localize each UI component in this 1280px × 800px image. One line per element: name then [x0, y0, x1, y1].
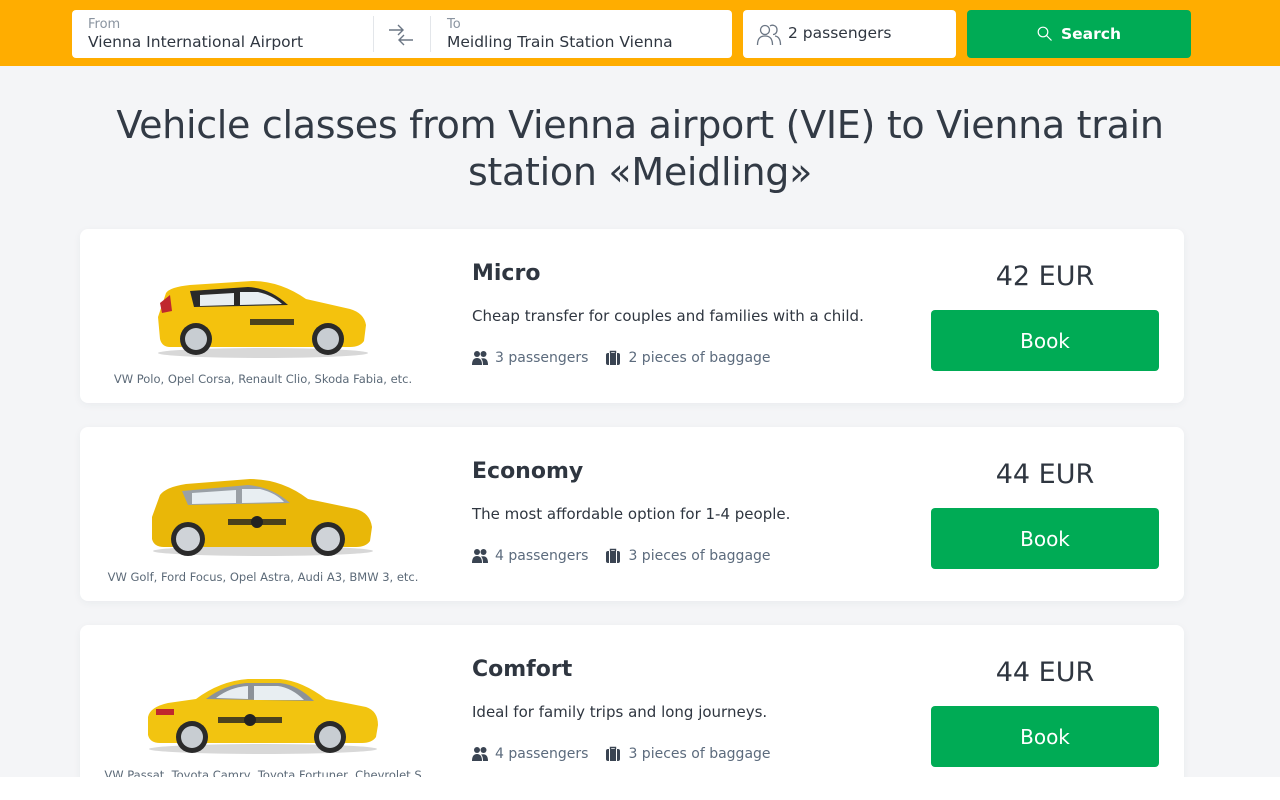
vehicle-card-economy: VW Golf, Ford Focus, Opel Astra, Audi A3… — [80, 427, 1184, 601]
book-button[interactable]: Book — [931, 508, 1159, 569]
car-image — [148, 679, 378, 754]
vehicle-features: 3 passengers 2 pieces of baggage — [472, 350, 771, 366]
baggage-capacity: 3 pieces of baggage — [628, 548, 771, 564]
passenger-capacity: 4 passengers — [495, 746, 589, 762]
vehicle-class-name: Comfort — [472, 657, 573, 682]
passenger-capacity: 4 passengers — [495, 548, 589, 564]
users-icon — [756, 24, 782, 46]
vehicle-price: 44 EUR — [995, 459, 1095, 490]
passengers-selector[interactable]: 2 passengers — [743, 10, 956, 58]
to-label: To — [447, 17, 461, 32]
car-image — [152, 479, 373, 556]
divider — [373, 16, 374, 52]
car-image — [158, 281, 368, 358]
vehicle-models: VW Passat, Toyota Camry, Toyota Fortuner… — [104, 768, 422, 777]
vehicle-card-comfort: VW Passat, Toyota Camry, Toyota Fortuner… — [80, 625, 1184, 777]
vehicle-description: The most affordable option for 1-4 peopl… — [472, 505, 791, 523]
book-button[interactable]: Book — [931, 310, 1159, 371]
swap-arrows-icon — [389, 24, 413, 46]
vehicle-price: 42 EUR — [995, 261, 1095, 292]
viewport: From Vienna International Airport To Mei… — [0, 0, 1280, 777]
passengers-value: 2 passengers — [788, 24, 892, 42]
vehicle-description: Cheap transfer for couples and families … — [472, 307, 864, 325]
vehicle-models: VW Golf, Ford Focus, Opel Astra, Audi A3… — [107, 570, 419, 584]
vehicle-features: 4 passengers 3 pieces of baggage — [472, 548, 771, 564]
route-selector: From Vienna International Airport To Mei… — [72, 10, 732, 58]
vehicle-class-name: Economy — [472, 459, 584, 484]
vehicle-models: VW Polo, Opel Corsa, Renault Clio, Skoda… — [113, 372, 413, 386]
search-button[interactable]: Search — [967, 10, 1191, 58]
from-field[interactable]: From Vienna International Airport — [88, 10, 368, 58]
search-button-label: Search — [1060, 25, 1121, 43]
baggage-capacity: 3 pieces of baggage — [628, 746, 771, 762]
from-label: From — [88, 17, 121, 32]
divider — [430, 16, 431, 52]
to-value[interactable]: Meidling Train Station Vienna — [447, 32, 727, 52]
search-icon — [1037, 26, 1052, 41]
passengers-icon — [472, 549, 488, 563]
passenger-capacity: 3 passengers — [495, 350, 589, 366]
vehicle-description: Ideal for family trips and long journeys… — [472, 703, 768, 721]
book-button[interactable]: Book — [931, 706, 1159, 767]
vehicle-features: 4 passengers 3 pieces of baggage — [472, 746, 771, 762]
search-bar: From Vienna International Airport To Mei… — [0, 0, 1280, 66]
passengers-icon — [472, 747, 488, 761]
baggage-icon — [606, 746, 621, 761]
passengers-icon — [472, 351, 488, 365]
to-field[interactable]: To Meidling Train Station Vienna — [447, 10, 727, 58]
baggage-icon — [606, 548, 621, 563]
from-value[interactable]: Vienna International Airport — [88, 32, 368, 52]
vehicle-card-micro: VW Polo, Opel Corsa, Renault Clio, Skoda… — [80, 229, 1184, 403]
baggage-capacity: 2 pieces of baggage — [628, 350, 771, 366]
page-title: Vehicle classes from Vienna airport (VIE… — [116, 103, 1164, 194]
swap-button[interactable] — [385, 22, 417, 48]
baggage-icon — [606, 350, 621, 365]
vehicle-class-name: Micro — [472, 261, 541, 286]
vehicle-price: 44 EUR — [995, 657, 1095, 688]
